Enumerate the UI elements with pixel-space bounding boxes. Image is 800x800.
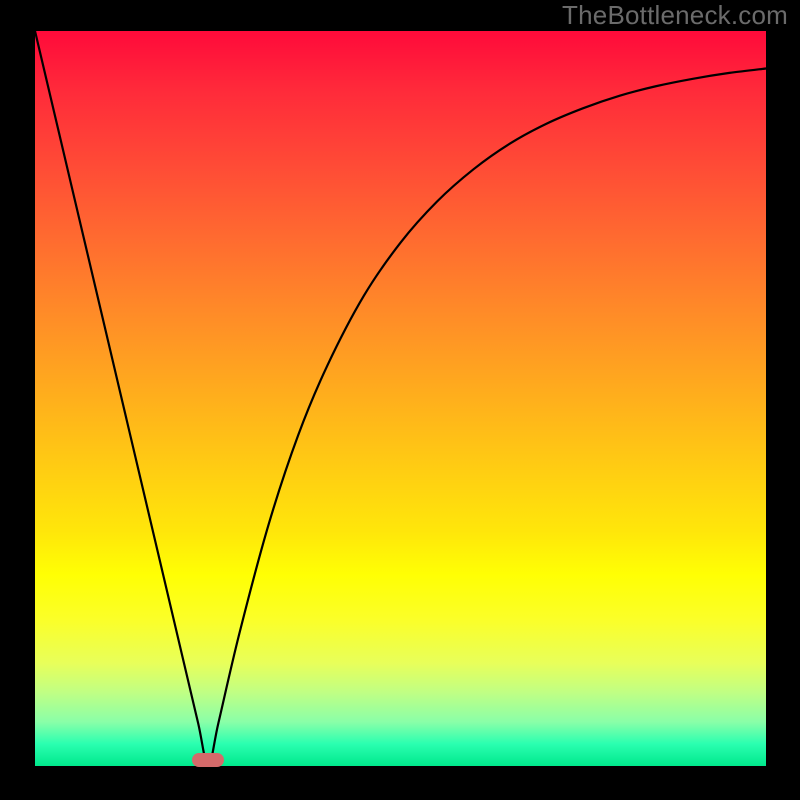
bottleneck-curve [35,31,766,766]
chart-frame: TheBottleneck.com [0,0,800,800]
optimum-marker [192,753,224,767]
chart-svg [0,0,800,800]
watermark-text: TheBottleneck.com [562,0,788,31]
